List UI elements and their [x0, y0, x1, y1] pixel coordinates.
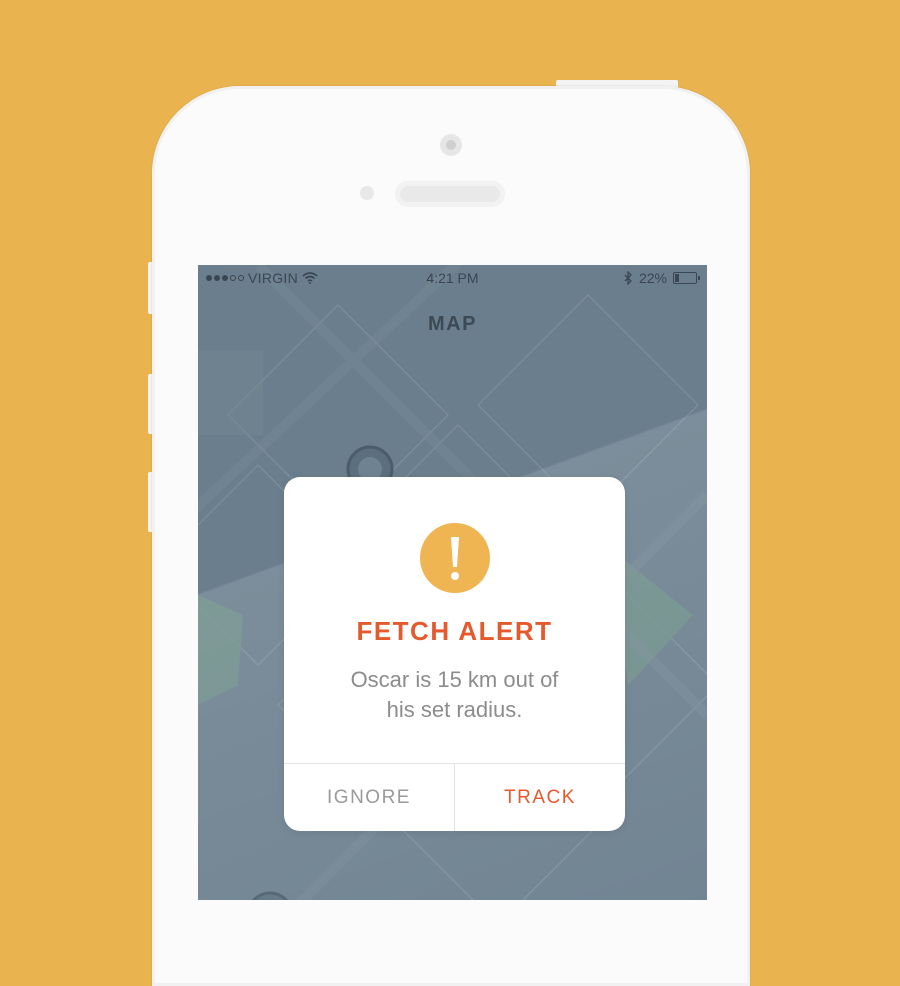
alert-message-line: Oscar is 15 km out of: [350, 667, 559, 692]
front-camera: [440, 134, 462, 156]
alert-title: FETCH ALERT: [356, 616, 553, 646]
alert-message-line: his set radius.: [386, 697, 523, 722]
alert-message: Oscar is 15 km out of his set radius.: [324, 665, 585, 725]
battery-fill: [675, 274, 679, 282]
alert-actions: IGNORE TRACK: [284, 763, 625, 831]
battery-percent: 22%: [638, 270, 667, 286]
exclamation-icon: [420, 523, 490, 593]
page-title: MAP: [428, 313, 477, 335]
status-right: 22%: [623, 270, 700, 286]
battery-icon: [673, 272, 700, 284]
track-button[interactable]: TRACK: [455, 764, 625, 831]
alert-dialog: FETCH ALERT Oscar is 15 km out of his se…: [284, 477, 625, 831]
status-bar: VIRGIN 4:21 PM 22%: [198, 265, 707, 291]
proximity-sensor: [360, 186, 374, 200]
exclamation-glyph-icon: [451, 537, 459, 580]
bluetooth-icon: [624, 271, 632, 285]
earpiece-speaker: [395, 181, 505, 207]
ignore-button[interactable]: IGNORE: [284, 764, 455, 831]
